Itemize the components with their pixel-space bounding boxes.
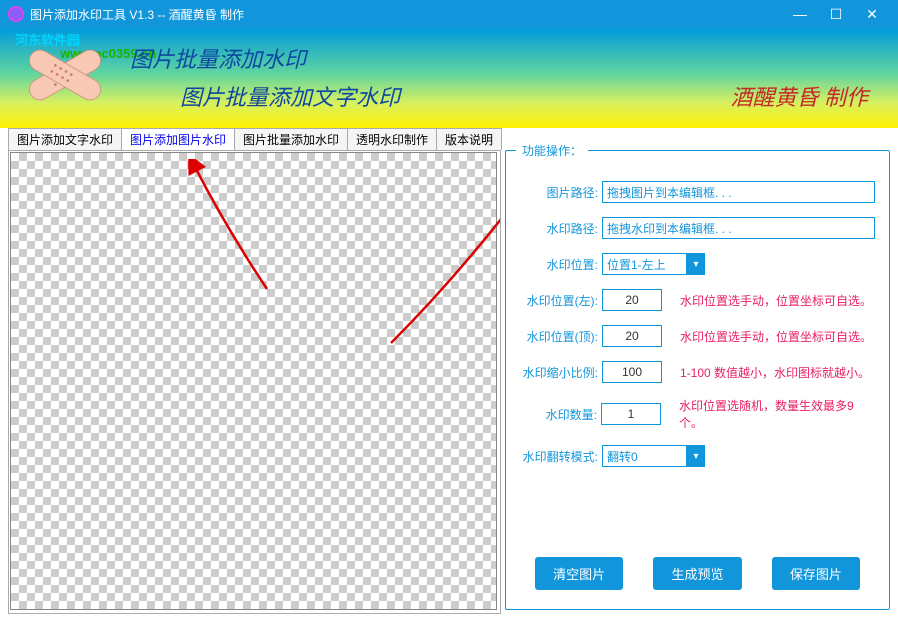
app-icon — [8, 6, 24, 22]
tab-transparent-watermark[interactable]: 透明水印制作 — [347, 128, 437, 150]
chevron-down-icon[interactable]: ▾ — [687, 253, 705, 275]
position-left-label: 水印位置(左): — [520, 292, 602, 309]
scale-label: 水印缩小比例: — [520, 364, 602, 381]
clear-button[interactable]: 清空图片 — [535, 557, 623, 590]
count-label: 水印数量: — [520, 406, 601, 423]
settings-panel: 功能操作： 图片路径: 水印路径: 水印位置: ▾ 水印位置(左): 水印位置选… — [505, 150, 890, 610]
count-hint: 水印位置选随机，数量生效最多9个。 — [679, 397, 875, 431]
checker-background — [10, 152, 497, 610]
watermark-path-label: 水印路径: — [520, 220, 602, 237]
watermark-path-input[interactable] — [602, 217, 875, 239]
minimize-button[interactable]: — — [782, 0, 818, 28]
chevron-down-icon[interactable]: ▾ — [687, 445, 705, 467]
left-panel: 图片添加文字水印 图片添加图片水印 图片批量添加水印 透明水印制作 版本说明 — [0, 128, 505, 618]
preview-button[interactable]: 生成预览 — [653, 557, 741, 590]
flip-mode-select[interactable] — [602, 445, 687, 467]
scale-hint: 1-100 数值越小，水印图标就越小。 — [680, 364, 870, 381]
scale-input[interactable] — [602, 361, 662, 383]
tab-batch-watermark[interactable]: 图片批量添加水印 — [234, 128, 348, 150]
preview-area[interactable] — [8, 150, 501, 614]
window-title: 图片添加水印工具 V1.3 -- 酒醒黄昏 制作 — [30, 6, 244, 23]
banner-heading-2: 图片批量添加文字水印 — [180, 80, 400, 112]
watermark-position-label: 水印位置: — [520, 256, 602, 273]
titlebar: 图片添加水印工具 V1.3 -- 酒醒黄昏 制作 — ☐ ✕ — [0, 0, 898, 28]
tab-image-watermark[interactable]: 图片添加图片水印 — [121, 128, 235, 150]
tab-text-watermark[interactable]: 图片添加文字水印 — [8, 128, 122, 150]
banner-heading-1: 图片批量添加水印 — [130, 42, 306, 74]
close-button[interactable]: ✕ — [854, 0, 890, 28]
position-left-input[interactable] — [602, 289, 662, 311]
bandage-icon — [20, 40, 110, 110]
banner: 河东软件园 www.pc0359.cn 图片批量添加水印 图片批量添加文字水印 … — [0, 28, 898, 128]
image-path-label: 图片路径: — [520, 184, 602, 201]
tab-version[interactable]: 版本说明 — [436, 128, 502, 150]
settings-title: 功能操作： — [516, 142, 588, 159]
save-button[interactable]: 保存图片 — [772, 557, 860, 590]
position-left-hint: 水印位置选手动，位置坐标可自选。 — [680, 292, 872, 309]
position-top-input[interactable] — [602, 325, 662, 347]
count-input[interactable] — [601, 403, 661, 425]
position-top-hint: 水印位置选手动，位置坐标可自选。 — [680, 328, 872, 345]
banner-author: 酒醒黄昏 制作 — [730, 80, 868, 112]
tab-bar: 图片添加文字水印 图片添加图片水印 图片批量添加水印 透明水印制作 版本说明 — [8, 128, 501, 150]
flip-mode-label: 水印翻转模式: — [520, 448, 602, 465]
watermark-position-select[interactable] — [602, 253, 687, 275]
maximize-button[interactable]: ☐ — [818, 0, 854, 28]
image-path-input[interactable] — [602, 181, 875, 203]
position-top-label: 水印位置(顶): — [520, 328, 602, 345]
